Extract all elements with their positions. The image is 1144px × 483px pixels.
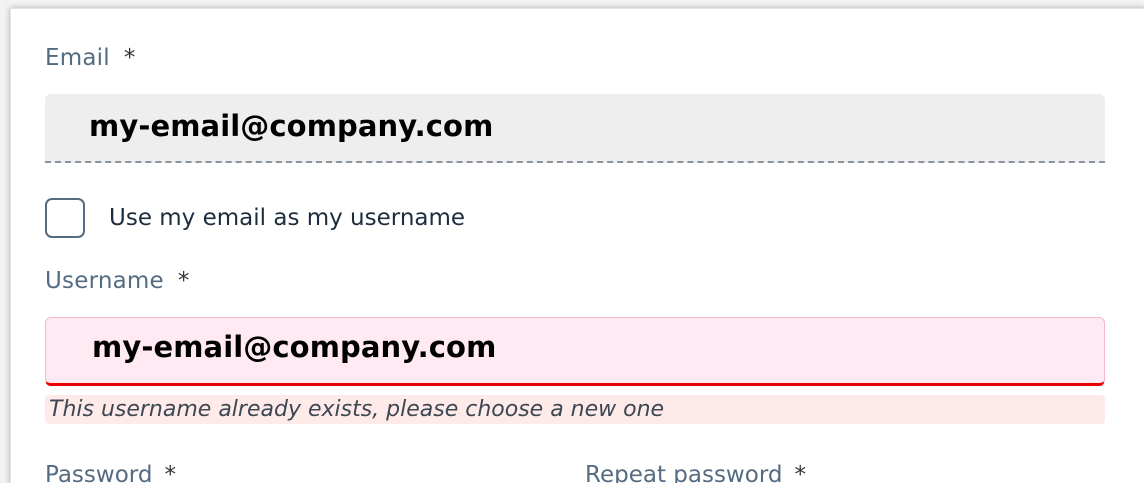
email-field[interactable]: my-email@company.com [45,94,1105,163]
password-label-text: Password [45,462,153,483]
repeat-password-label: Repeat password * [585,462,806,483]
email-label-text: Email [45,45,110,71]
username-field[interactable]: my-email@company.com [45,317,1105,386]
registration-form-panel: Email * my-email@company.com Use my email… [10,8,1144,483]
username-label: Username * [45,268,190,294]
username-label-text: Username [45,268,164,294]
use-email-as-username-checkbox[interactable] [45,198,85,238]
repeat-password-label-text: Repeat password [585,462,783,483]
password-label: Password * [45,462,176,483]
password-required-mark: * [164,462,176,483]
use-email-as-username-label[interactable]: Use my email as my username [109,205,465,231]
username-required-mark: * [177,268,190,294]
repeat-password-required-mark: * [794,462,806,483]
email-label: Email * [45,45,136,71]
username-field-value: my-email@company.com [92,330,497,364]
use-email-as-username-row[interactable]: Use my email as my username [45,196,465,240]
username-error-message: This username already exists, please cho… [45,395,1105,424]
email-field-value: my-email@company.com [89,109,494,143]
email-required-mark: * [123,45,136,71]
